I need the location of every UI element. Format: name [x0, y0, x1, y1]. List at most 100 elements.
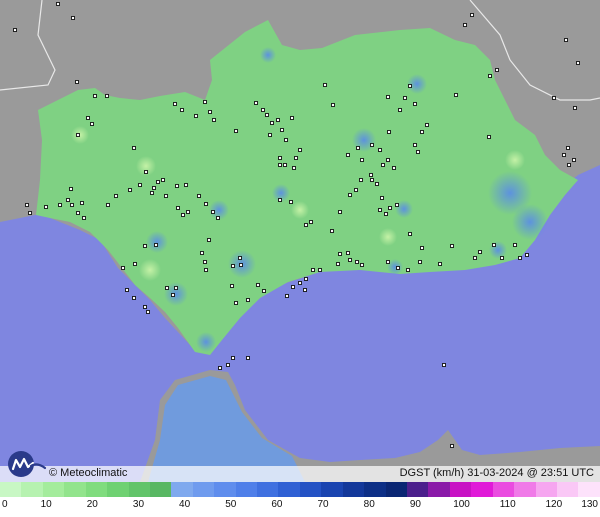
station-marker: [470, 13, 474, 17]
station-marker: [309, 220, 313, 224]
station-marker: [132, 146, 136, 150]
station-marker: [298, 148, 302, 152]
station-marker: [80, 201, 84, 205]
station-marker: [562, 153, 566, 157]
station-marker: [403, 96, 407, 100]
station-marker: [105, 94, 109, 98]
station-marker: [406, 268, 410, 272]
legend-tick-label: 40: [179, 499, 191, 510]
station-marker: [154, 243, 158, 247]
variable-label: DGST (km/h): [399, 467, 465, 479]
station-marker: [420, 246, 424, 250]
station-marker: [395, 203, 399, 207]
legend-tick-label: 0: [2, 499, 8, 510]
legend-tick-label: 20: [86, 499, 98, 510]
station-marker: [106, 203, 110, 207]
station-marker: [230, 284, 234, 288]
legend-swatch: [514, 482, 536, 497]
station-marker: [348, 193, 352, 197]
station-marker: [513, 243, 517, 247]
station-marker: [380, 196, 384, 200]
station-marker: [66, 198, 70, 202]
station-marker: [165, 286, 169, 290]
station-marker: [304, 277, 308, 281]
station-marker: [276, 118, 280, 122]
station-marker: [338, 210, 342, 214]
station-marker: [492, 243, 496, 247]
station-marker: [278, 198, 282, 202]
legend-tick-label: 80: [363, 499, 375, 510]
station-marker: [262, 289, 266, 293]
station-marker: [285, 294, 289, 298]
station-marker: [370, 178, 374, 182]
station-marker: [238, 256, 242, 260]
station-marker: [500, 256, 504, 260]
station-marker: [133, 262, 137, 266]
credit-text: © Meteoclimatic: [49, 467, 128, 479]
station-marker: [360, 263, 364, 267]
station-marker: [478, 250, 482, 254]
station-marker: [211, 210, 215, 214]
station-marker: [408, 84, 412, 88]
station-marker: [294, 156, 298, 160]
station-marker: [128, 188, 132, 192]
station-marker: [336, 262, 340, 266]
station-marker: [359, 178, 363, 182]
station-marker: [70, 203, 74, 207]
legend-swatch: [107, 482, 129, 497]
station-marker: [388, 206, 392, 210]
station-marker: [261, 108, 265, 112]
station-marker: [418, 260, 422, 264]
station-marker: [386, 95, 390, 99]
station-marker: [25, 203, 29, 207]
legend-tick-label: 120: [545, 499, 563, 510]
legend-swatch: [471, 482, 493, 497]
station-marker: [56, 2, 60, 6]
legend-swatch: [128, 482, 150, 497]
station-marker: [413, 102, 417, 106]
station-marker: [161, 178, 165, 182]
legend-swatch: [171, 482, 193, 497]
station-marker: [90, 122, 94, 126]
station-marker: [348, 258, 352, 262]
station-marker: [356, 146, 360, 150]
station-marker: [396, 266, 400, 270]
station-marker: [164, 194, 168, 198]
legend-swatch: [535, 482, 557, 497]
station-marker: [175, 184, 179, 188]
legend-tick-label: 30: [132, 499, 145, 510]
station-marker: [173, 102, 177, 106]
station-marker: [82, 216, 86, 220]
station-marker: [323, 83, 327, 87]
map-metadata: DGST (km/h) 31-03-2024 @ 23:51 UTC: [400, 467, 594, 479]
station-marker: [234, 129, 238, 133]
station-marker: [152, 186, 156, 190]
station-marker: [370, 143, 374, 147]
station-marker: [239, 263, 243, 267]
station-marker: [573, 106, 577, 110]
station-marker: [566, 146, 570, 150]
station-marker: [186, 210, 190, 214]
station-marker: [292, 166, 296, 170]
legend-swatch: [192, 482, 215, 497]
legend-tick-labels: 0 10 20 30 40 50 60 70 80 90 100 110 120 130: [0, 497, 600, 517]
station-marker: [207, 238, 211, 242]
meteoclimatic-logo: [8, 451, 47, 477]
legend-swatch: [407, 482, 429, 497]
station-marker: [176, 206, 180, 210]
legend-swatch: [149, 482, 172, 497]
station-marker: [572, 158, 576, 162]
station-marker: [156, 180, 160, 184]
station-marker: [280, 128, 284, 132]
station-marker: [386, 260, 390, 264]
station-marker: [298, 281, 302, 285]
station-marker: [174, 286, 178, 290]
legend-swatch: [492, 482, 515, 497]
station-marker: [346, 153, 350, 157]
legend-swatch: [321, 482, 343, 497]
station-marker: [75, 80, 79, 84]
station-marker: [144, 170, 148, 174]
legend-swatch: [342, 482, 365, 497]
station-marker: [278, 163, 282, 167]
station-marker: [114, 194, 118, 198]
